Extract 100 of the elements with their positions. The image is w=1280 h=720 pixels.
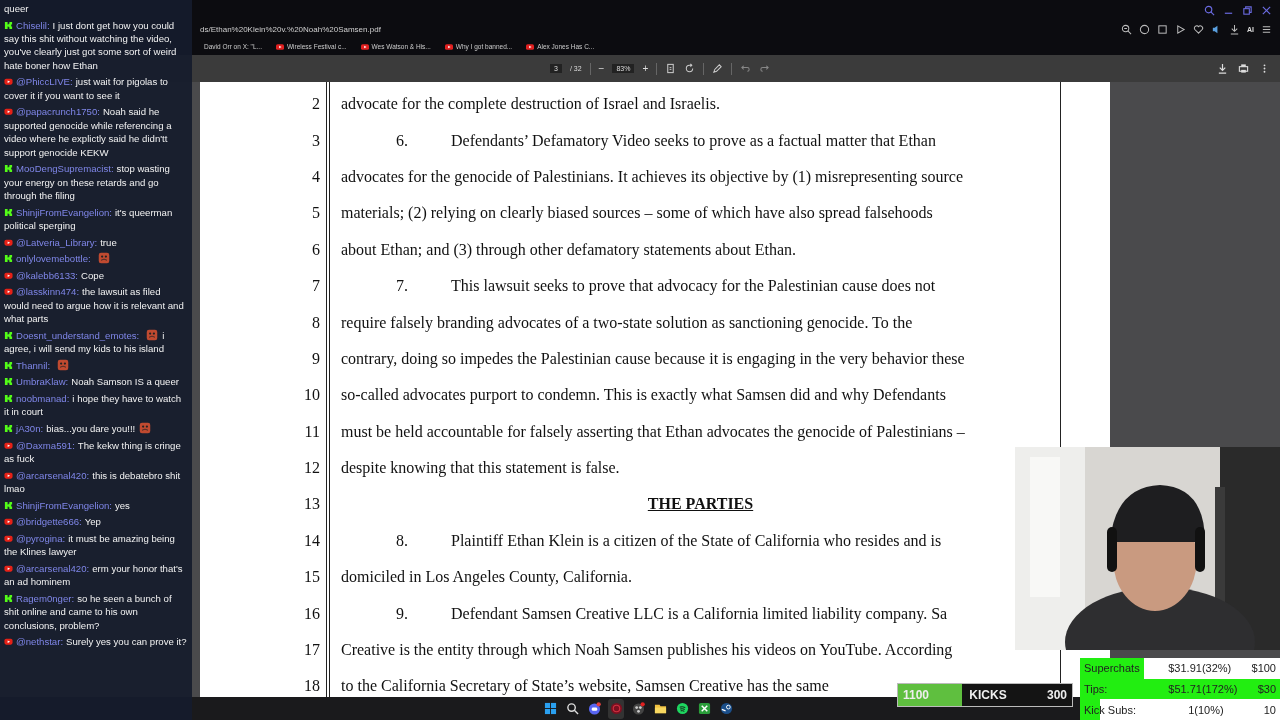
steam-icon[interactable] (719, 702, 733, 715)
play-badge-icon (4, 237, 13, 247)
k-badge-icon (4, 330, 13, 340)
zoom-in-button[interactable]: + (642, 63, 649, 74)
heart-icon[interactable] (1193, 23, 1204, 35)
k-badge-icon (4, 394, 13, 403)
k-badge-icon (4, 360, 13, 370)
play-badge-icon (4, 107, 13, 117)
line-number: 14 (304, 531, 320, 550)
emote-icon (145, 328, 160, 341)
line-number: 4 (312, 167, 320, 186)
play-badge-icon (4, 563, 13, 573)
emote-icon (96, 252, 111, 265)
download-icon[interactable] (1217, 63, 1228, 74)
chat-message: @kalebb6133: Cope (4, 268, 188, 283)
line-number: 15 (304, 568, 320, 587)
line-number: 3 (312, 131, 320, 150)
x-tile-icon[interactable] (697, 702, 711, 715)
play-icon[interactable] (1175, 23, 1186, 35)
document-text: advocates for the genocide of Palestinians. It achieves its objective by (1) misrepresenting source (341, 167, 963, 186)
address-text[interactable]: ds/Ethan%20Klein%20v.%20Noah%20Samsen.pdf (200, 24, 381, 34)
document-text: despite knowing that this statement is false. (341, 459, 620, 478)
emote-icon (138, 422, 153, 434)
k-badge-icon (4, 377, 13, 387)
video-icon (360, 43, 369, 50)
line-number: 2 (312, 95, 320, 114)
k-badge-icon (4, 164, 13, 174)
line-number: 5 (312, 204, 320, 223)
line-number: 6 (312, 240, 320, 259)
fit-page-icon[interactable] (665, 63, 677, 74)
chat-message: UmbraKlaw: Noah Samson IS a queer (4, 375, 188, 389)
goal-label: KICKS (969, 688, 1007, 702)
document-text: so-called advocates purport to condemn. This is exactly what Samsen did and why Defendants (341, 386, 946, 405)
goal-target: 300 (1046, 688, 1067, 702)
redo-icon[interactable] (759, 63, 771, 74)
play-badge-icon (4, 440, 13, 450)
chat-message: @nethstar: Surely yes you can prove it? (4, 635, 188, 649)
dots-circle-icon[interactable] (631, 702, 645, 715)
line-number: 16 (304, 604, 320, 623)
video-icon (526, 43, 535, 50)
windows-icon[interactable] (543, 702, 557, 715)
document-text: domiciled in Los Angeles County, California. (341, 568, 632, 587)
document-text: This lawsuit seeks to prove that advocacy for the Palestinian cause does not (451, 277, 936, 296)
menu-icon[interactable] (1261, 23, 1272, 35)
document-text: about Ethan; and (3) through other defamatory statements about Ethan. (341, 240, 796, 259)
goal-target: 10 (1263, 703, 1276, 716)
k-badge-icon (4, 500, 13, 510)
paragraph-number: 8. (396, 531, 409, 550)
video-icon (444, 43, 453, 50)
record-icon[interactable] (609, 702, 623, 715)
chat-message: @PhiccLIVE: just wait for pigolas to cover it if you want to see it (4, 75, 169, 103)
rotate-icon[interactable] (684, 63, 696, 74)
goal-label: Superchats (1084, 662, 1141, 675)
sound-waves-icon[interactable] (675, 702, 689, 715)
goal-amount: $31.91(32%) (1167, 662, 1233, 675)
restore-icon[interactable] (1242, 4, 1253, 16)
k-badge-icon (4, 424, 13, 433)
pen-icon[interactable] (712, 63, 724, 74)
line-number: 10 (304, 386, 320, 405)
k-badge-icon (4, 207, 13, 217)
line-number: 7 (312, 277, 320, 296)
chat-message: @papacrunch1750: Noah said he supported genocide while referencing a video where he explictly said he didn'tt support genocide KEKW (4, 105, 173, 160)
undo-icon[interactable] (740, 63, 752, 74)
goal-label: Tips: (1084, 683, 1109, 695)
play-badge-icon (4, 270, 13, 280)
chat-message: Doesnt_understand_emotes: i agree, i will send my kids to his island (4, 328, 166, 356)
k-badge-icon (4, 254, 13, 264)
square-icon[interactable] (1157, 23, 1168, 35)
document-text: materials; (2) relying on clearly biased sources – some of which have also spread falsehoods (341, 204, 933, 223)
paragraph-number: 6. (396, 131, 409, 150)
folder-icon[interactable] (653, 702, 667, 715)
chat-message: Chiselil: I just dont get how you could say this shit without watching the video, you've clearly just got some sort of weird hate boner how Ethan (4, 18, 178, 73)
close-icon[interactable] (1261, 4, 1272, 16)
download-icon[interactable] (1229, 23, 1240, 35)
goal-target: $100 (1251, 662, 1276, 675)
zoom-out-button[interactable]: − (598, 63, 605, 74)
play-badge-icon (4, 517, 13, 527)
line-number: 13 (304, 495, 320, 514)
circle-icon[interactable] (1139, 23, 1150, 35)
print-icon[interactable] (1238, 63, 1249, 74)
line-number: 18 (304, 677, 320, 696)
paragraph-number: 7. (396, 277, 409, 296)
paragraph-number: 9. (396, 604, 409, 623)
play-badge-icon (4, 77, 13, 87)
search-icon[interactable] (565, 702, 579, 715)
document-text: require falsely branding advocates of a two-state solution as sanctioning genocide. To the (341, 313, 913, 332)
line-number: 8 (312, 313, 320, 332)
zoom-icon[interactable] (1121, 23, 1132, 35)
line-number: 11 (304, 422, 320, 441)
round-app-icon[interactable] (587, 702, 601, 715)
document-text: must be held accountable for falsely asserting that Ethan advocates the genocide of Palestinians – (341, 422, 965, 441)
play-badge-icon (4, 470, 13, 480)
goal-current: 1100 (903, 688, 930, 702)
chat-message: queer (4, 2, 30, 16)
chat-message: onlylovemebottle: (4, 252, 188, 266)
chat-message: noobmanad: i hope they have to watch it in court (4, 392, 183, 419)
document-text: Creative is the entity through which Noah Samsen publishes his videos on YouTube. According (341, 641, 953, 660)
line-number: 9 (312, 349, 320, 368)
emote-icon (56, 358, 71, 371)
play-badge-icon (4, 533, 13, 543)
